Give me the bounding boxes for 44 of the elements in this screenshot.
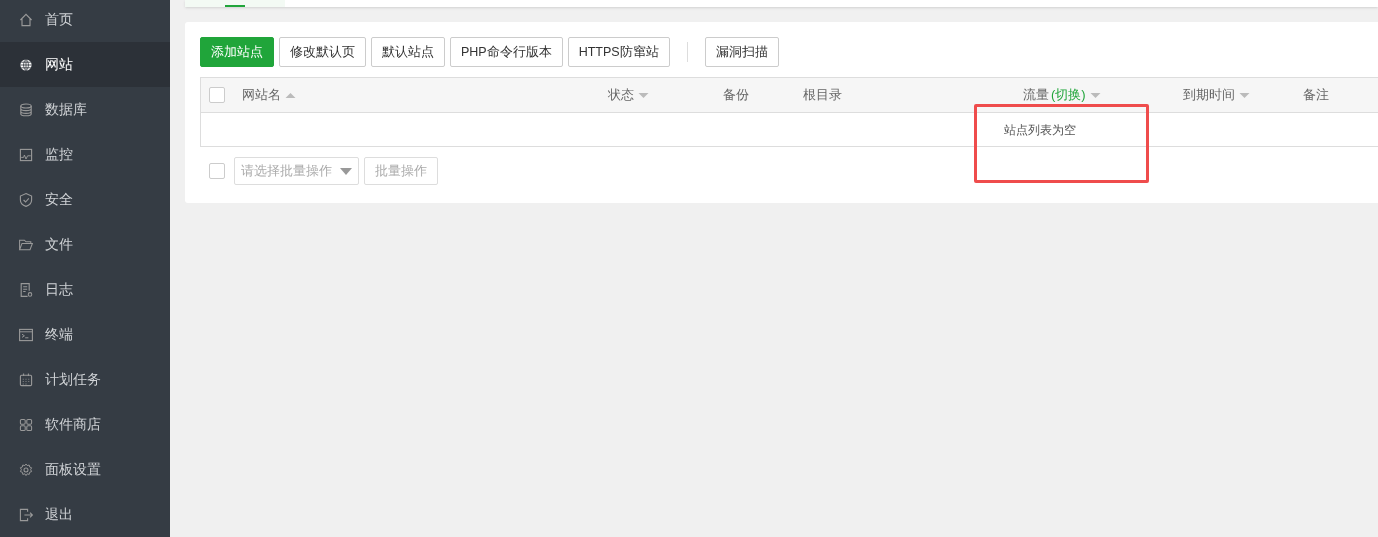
sort-down-icon[interactable] (638, 91, 649, 99)
sort-down-icon[interactable] (1089, 91, 1101, 99)
calendar-icon (18, 371, 34, 388)
sidebar-item[interactable]: 网站 (0, 42, 170, 87)
sidebar-item[interactable]: 退出 (0, 492, 170, 537)
caret-icon (340, 167, 352, 175)
toolbar-button[interactable]: PHP命令行版本 (450, 37, 563, 67)
settings-icon (18, 461, 34, 478)
shield-icon (18, 191, 34, 208)
sidebar-item[interactable]: 计划任务 (0, 357, 170, 402)
sidebar-item[interactable]: 日志 (0, 267, 170, 312)
sidebar-item[interactable]: 软件商店 (0, 402, 170, 447)
column-header[interactable]: 流量 (1023, 85, 1049, 105)
active-tab-indicator (225, 5, 245, 7)
home-icon (18, 11, 34, 28)
sort-up-icon[interactable] (285, 91, 296, 99)
sidebar-item[interactable]: 面板设置 (0, 447, 170, 492)
toolbar-button[interactable]: 默认站点 (371, 37, 445, 67)
column-header: 备份 (723, 86, 749, 105)
toolbar-button[interactable]: HTTPS防窜站 (567, 37, 670, 67)
sidebar-item[interactable]: 安全 (0, 177, 170, 222)
column-header[interactable]: 状态 (608, 85, 634, 105)
column-header[interactable]: 网站名 (242, 85, 281, 105)
sidebar-item[interactable]: 监控 (0, 132, 170, 177)
sidebar-item[interactable]: 首页 (0, 0, 170, 42)
toolbar-button[interactable]: 漏洞扫描 (704, 37, 779, 67)
column-header[interactable]: 到期时间 (1183, 85, 1235, 105)
sidebar-item[interactable]: 终端 (0, 312, 170, 357)
checkbox[interactable] (209, 163, 225, 179)
grid-icon (18, 416, 34, 433)
empty-message: 站点列表为空 (1004, 121, 1076, 139)
globe-icon (18, 56, 34, 73)
column-header: 备注 (1303, 86, 1329, 105)
checkbox[interactable] (209, 87, 225, 103)
terminal-icon (18, 326, 34, 343)
database-icon (18, 101, 34, 118)
monitor-chart-icon (18, 146, 34, 163)
sort-down-icon[interactable] (1239, 91, 1250, 99)
sidebar-item[interactable]: 数据库 (0, 87, 170, 132)
document-icon (18, 281, 34, 298)
sidebar-item[interactable]: 文件 (0, 222, 170, 267)
toolbar-button[interactable]: 修改默认页 (279, 37, 366, 67)
logout-icon (18, 506, 34, 523)
column-header: 根目录 (803, 86, 842, 105)
